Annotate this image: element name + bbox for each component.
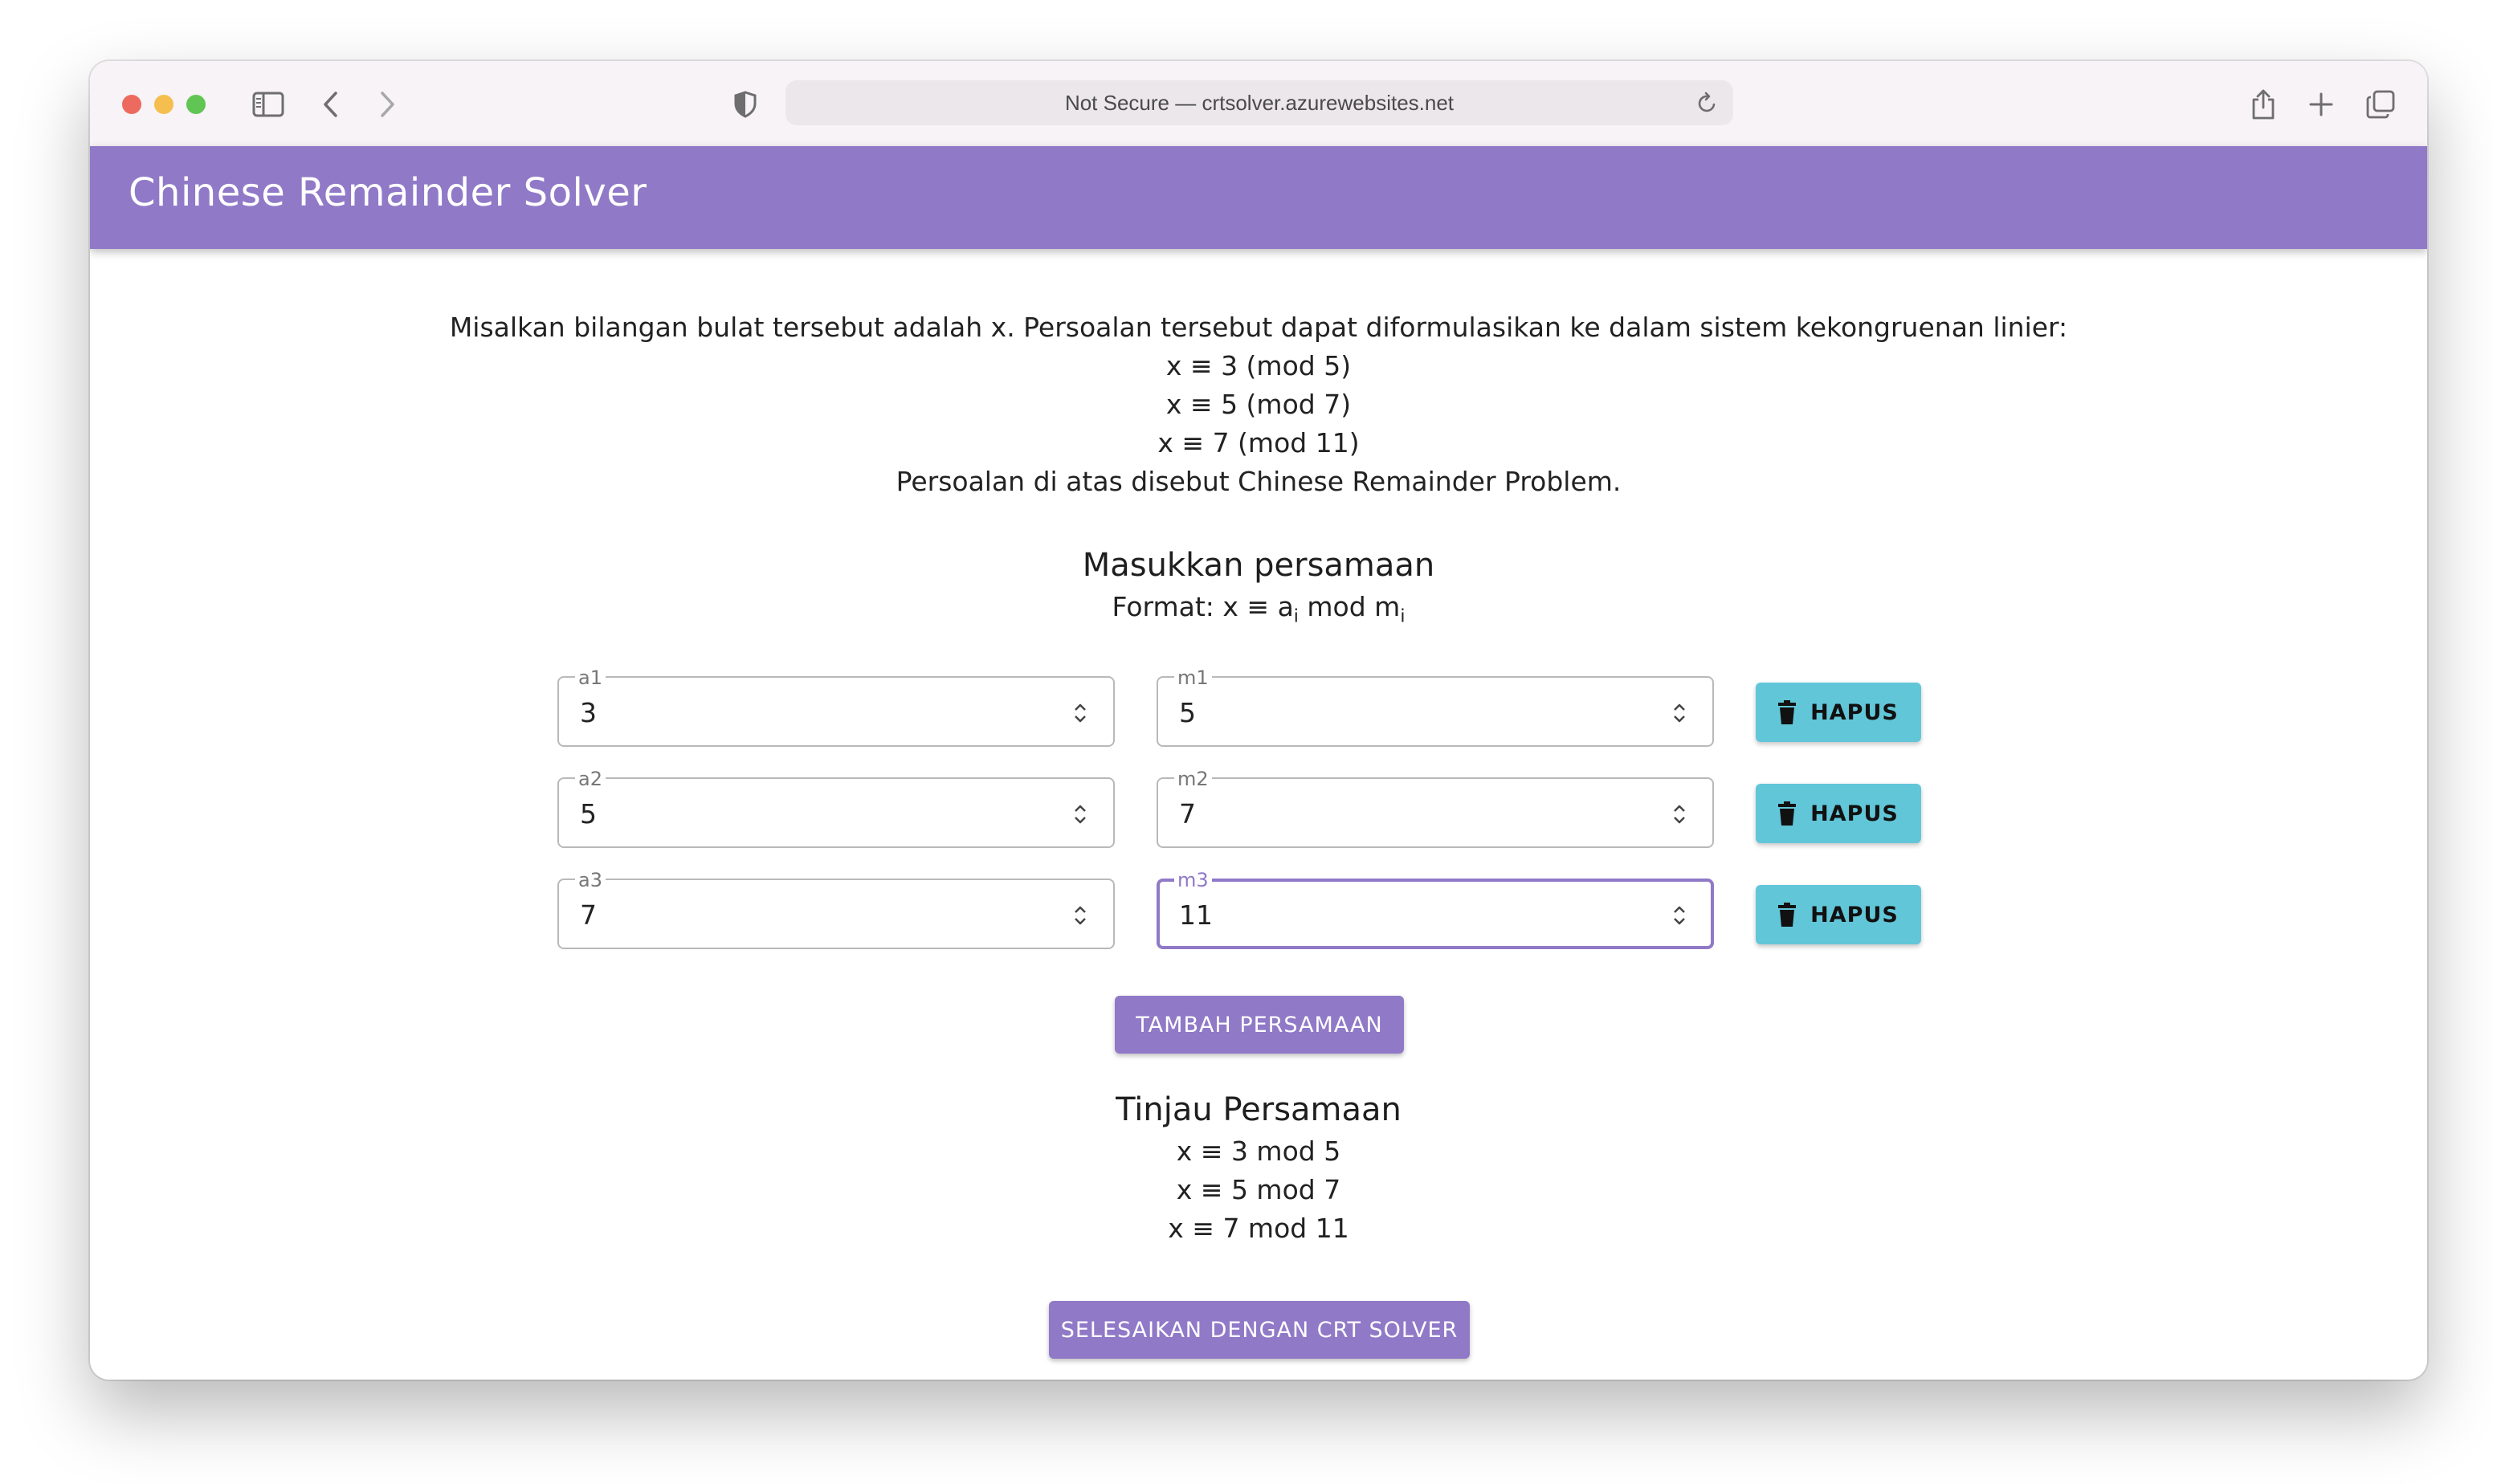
review-heading: Tinjau Persamaan (1116, 1091, 1402, 1128)
congruence-2: x ≡ 5 (mod 7) (1165, 389, 1352, 420)
m3-label: m3 (1174, 870, 1212, 890)
m1-value: 5 (1179, 697, 1196, 728)
intro-text: Misalkan bilangan bulat tersebut adalah … (449, 312, 2068, 343)
minimize-window-button[interactable] (154, 95, 173, 114)
intro-closing: Persoalan di atas disebut Chinese Remain… (896, 466, 1622, 497)
browser-toolbar: Not Secure — crtsolver.azurewebsites.net (90, 61, 2427, 148)
url-text: Not Secure — crtsolver.azurewebsites.net (1064, 90, 1455, 115)
format-hint: Format: x ≡ ai mod mi (1112, 591, 1406, 627)
new-tab-icon[interactable] (2300, 84, 2342, 125)
trash-icon (1778, 903, 1797, 927)
reload-icon[interactable] (1691, 87, 1724, 119)
a1-input[interactable]: a1 3 (557, 668, 1115, 747)
number-stepper-icon[interactable] (1071, 699, 1089, 728)
browser-window: Not Secure — crtsolver.azurewebsites.net… (90, 61, 2427, 1380)
delete-equation-2-button[interactable]: HAPUS (1756, 784, 1921, 843)
a3-label: a3 (575, 870, 606, 890)
tabs-overview-icon[interactable] (2360, 84, 2401, 125)
add-equation-button[interactable]: TAMBAH PERSAMAAN (1115, 996, 1404, 1054)
a2-label: a2 (575, 769, 606, 789)
m3-input[interactable]: m3 11 (1157, 870, 1714, 949)
delete-label: HAPUS (1810, 801, 1899, 826)
a2-value: 5 (580, 798, 597, 830)
app-header: Chinese Remainder Solver (90, 146, 2427, 249)
forward-icon[interactable] (366, 84, 408, 125)
m1-input[interactable]: m1 5 (1157, 668, 1714, 747)
congruence-1: x ≡ 3 (mod 5) (1165, 350, 1352, 381)
review-line-2: x ≡ 5 mod 7 (1176, 1174, 1341, 1205)
m2-label: m2 (1174, 769, 1212, 789)
close-window-button[interactable] (122, 95, 141, 114)
trash-icon (1778, 801, 1797, 826)
delete-label: HAPUS (1810, 699, 1899, 725)
zoom-window-button[interactable] (186, 95, 206, 114)
m3-value: 11 (1179, 899, 1213, 931)
a1-value: 3 (580, 697, 597, 728)
a1-label: a1 (575, 668, 606, 687)
a3-input[interactable]: a3 7 (557, 870, 1115, 949)
address-bar[interactable]: Not Secure — crtsolver.azurewebsites.net (785, 80, 1733, 125)
number-stepper-icon[interactable] (1671, 800, 1688, 829)
congruence-3: x ≡ 7 (mod 11) (1157, 427, 1360, 459)
m2-value: 7 (1179, 798, 1196, 830)
input-heading: Masukkan persamaan (1082, 547, 1435, 584)
delete-equation-1-button[interactable]: HAPUS (1756, 683, 1921, 742)
sidebar-icon[interactable] (247, 84, 289, 125)
a3-value: 7 (580, 899, 597, 931)
shield-icon[interactable] (724, 84, 766, 125)
review-line-3: x ≡ 7 mod 11 (1168, 1213, 1349, 1244)
number-stepper-icon[interactable] (1671, 901, 1688, 930)
share-icon[interactable] (2242, 84, 2284, 125)
solve-crt-button[interactable]: SELESAIKAN DENGAN CRT SOLVER (1049, 1301, 1470, 1359)
app-title: Chinese Remainder Solver (129, 170, 647, 215)
m1-label: m1 (1174, 668, 1212, 687)
number-stepper-icon[interactable] (1671, 699, 1688, 728)
delete-label: HAPUS (1810, 902, 1899, 928)
number-stepper-icon[interactable] (1071, 901, 1089, 930)
a2-input[interactable]: a2 5 (557, 769, 1115, 848)
delete-equation-3-button[interactable]: HAPUS (1756, 885, 1921, 944)
review-line-1: x ≡ 3 mod 5 (1176, 1135, 1341, 1167)
main-content: Misalkan bilangan bulat tersebut adalah … (90, 249, 2427, 1380)
m2-input[interactable]: m2 7 (1157, 769, 1714, 848)
back-icon[interactable] (310, 84, 352, 125)
number-stepper-icon[interactable] (1071, 800, 1089, 829)
trash-icon (1778, 700, 1797, 724)
